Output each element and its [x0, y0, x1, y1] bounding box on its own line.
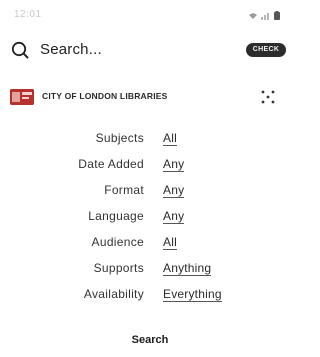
filter-value-supports[interactable]: Anything — [163, 261, 212, 276]
search-pill-button[interactable]: CHECK — [246, 43, 286, 57]
filter-value-date-added[interactable]: Any — [163, 157, 185, 172]
filter-value-availability[interactable]: Everything — [163, 287, 222, 302]
library-header: CITY OF LONDON LIBRARIES — [0, 86, 290, 108]
filter-value-language[interactable]: Any — [163, 209, 185, 224]
filter-row-supports: Supports Anything — [0, 260, 290, 278]
status-bar: 12:01 — [0, 0, 290, 32]
filter-label: Availability — [83, 287, 144, 301]
apps-icon[interactable] — [260, 89, 276, 105]
search-input[interactable]: Search... — [40, 41, 102, 58]
library-logo[interactable] — [10, 89, 34, 105]
advanced-search-screen: 12:01 Search... CHECK CITY OF LONDON LIB… — [0, 0, 290, 357]
wifi-icon — [248, 12, 258, 20]
filter-row-audience: Audience All — [0, 234, 290, 252]
search-bar[interactable]: Search... CHECK — [0, 36, 290, 64]
search-button[interactable]: Search — [110, 330, 190, 350]
filter-label: Subjects — [95, 131, 144, 145]
filter-row-date-added: Date Added Any — [0, 156, 290, 174]
search-icon[interactable] — [10, 40, 30, 60]
filter-row-format: Format Any — [0, 182, 290, 200]
filter-label: Audience — [91, 235, 144, 249]
filter-value-audience[interactable]: All — [163, 235, 177, 250]
filter-row-language: Language Any — [0, 208, 290, 226]
battery-icon — [274, 11, 280, 20]
filter-row-availability: Availability Everything — [0, 286, 290, 304]
filter-label: Date Added — [78, 157, 144, 171]
filter-label: Format — [104, 183, 144, 197]
signal-icon — [261, 12, 271, 20]
filter-row-subjects: Subjects All — [0, 130, 290, 148]
filter-label: Language — [88, 209, 144, 223]
filter-value-subjects[interactable]: All — [163, 131, 177, 146]
filter-label: Supports — [93, 261, 144, 275]
status-icons — [248, 11, 280, 20]
status-time: 12:01 — [14, 9, 42, 20]
filter-value-format[interactable]: Any — [163, 183, 185, 198]
library-name[interactable]: CITY OF LONDON LIBRARIES — [42, 91, 168, 101]
